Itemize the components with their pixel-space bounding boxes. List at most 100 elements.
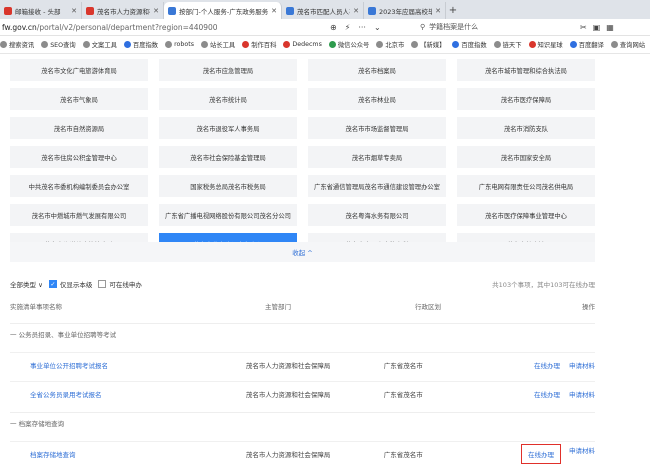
- department-button[interactable]: 茂名市烟草专卖局: [308, 146, 446, 168]
- materials-link[interactable]: 申请材料: [569, 389, 595, 399]
- department-button[interactable]: 茂名市自然资源局: [10, 117, 148, 139]
- extension-icon[interactable]: ▣: [593, 23, 601, 32]
- only-this-level-checkbox[interactable]: ✓: [48, 280, 57, 288]
- bookmark-7[interactable]: Dedecms: [283, 41, 322, 48]
- only-this-level-label: 仅显示本级: [59, 281, 93, 289]
- department-button[interactable]: 茂名市应急管理局: [159, 59, 297, 81]
- department-button[interactable]: 茂名市国家安全局: [457, 146, 595, 168]
- bookmark-icon: [82, 41, 90, 48]
- department-button[interactable]: 茂名市医疗保障局: [457, 88, 595, 110]
- result-count: 共103个事项，其中103可在线办理: [492, 281, 595, 289]
- bookmarks-bar: 搜索资讯 SEO查询 文案工具 百度指数 robots 站长工具 制作百科 De…: [0, 36, 650, 54]
- browser-tab-0[interactable]: 邮箱接收 - 头部 ✕: [0, 2, 82, 19]
- type-filter-dropdown[interactable]: 全部类型 ∨: [10, 279, 43, 289]
- more-icon[interactable]: ···: [358, 23, 366, 32]
- department-button[interactable]: 茂名市气象局: [10, 88, 148, 110]
- department-button[interactable]: 茂名市退役军人事务局: [159, 117, 297, 139]
- department-button[interactable]: 茂名市消防支队: [457, 117, 595, 139]
- department-button[interactable]: 茂名市城市管理和综合执法局: [457, 59, 595, 81]
- close-icon[interactable]: ✕: [71, 7, 77, 15]
- site-icon: [168, 6, 176, 15]
- new-tab-button[interactable]: +: [446, 2, 460, 19]
- department-button[interactable]: 茂名市医疗保障事业管理中心: [457, 204, 595, 226]
- bookmark-icon: [411, 41, 419, 48]
- department-button[interactable]: 茂名市文化广电旅游体育局: [10, 59, 148, 81]
- bookmark-8[interactable]: 微信公众号: [328, 40, 369, 49]
- department-button[interactable]: 茂名市林业局: [308, 88, 446, 110]
- department-button[interactable]: 茂名市中燃城市燃气发展有限公司: [10, 204, 148, 226]
- online-handle-link[interactable]: 在线办理: [534, 360, 560, 370]
- browser-tab-2[interactable]: 按部门-个人服务-广东政务服务 ✕: [164, 2, 282, 19]
- bookmark-14[interactable]: 百度翻译: [569, 40, 604, 49]
- row-actions: 在线办理 申请材料: [522, 389, 595, 399]
- department-button[interactable]: 茂名市统计局: [159, 88, 297, 110]
- browser-tab-1[interactable]: 茂名市人力资源和社会保障局✕: [82, 2, 164, 19]
- toolbar-icons: ✂ ▣ ▦: [580, 23, 614, 32]
- url-field[interactable]: fw.gov.cn/portal/v2/personal/department?…: [0, 23, 330, 32]
- item-link[interactable]: 档案存储地查询: [10, 449, 246, 459]
- bookmark-15[interactable]: 查询网站: [610, 40, 645, 49]
- bookmark-4[interactable]: robots: [165, 41, 194, 48]
- online-handle-link[interactable]: 在线办理: [521, 443, 562, 464]
- group-header[interactable]: 一 公务员招录、事业单位招聘等考试: [10, 323, 595, 343]
- online-only-label: 可在线申办: [109, 281, 142, 289]
- chevron-down-icon[interactable]: ⌄: [374, 23, 381, 32]
- bookmark-0[interactable]: 搜索资讯: [0, 40, 34, 49]
- close-icon[interactable]: ✕: [271, 7, 277, 15]
- row-actions: 在线办理 申请材料: [521, 443, 595, 464]
- department-button[interactable]: 茂名市市场监督管理局: [308, 117, 446, 139]
- online-only-checkbox[interactable]: [98, 280, 107, 288]
- browser-search-input[interactable]: ⚲ 学籍档案是什么: [420, 21, 570, 34]
- materials-link[interactable]: 申请材料: [569, 445, 595, 463]
- browser-tab-3[interactable]: 茂名市匹配人员人事档案业务✕: [282, 2, 364, 19]
- collapse-button[interactable]: 收起 ^: [10, 242, 595, 262]
- department-button[interactable]: 国家税务总局茂名市税务局: [159, 175, 297, 197]
- bookmark-3[interactable]: 百度指数: [123, 40, 158, 49]
- item-link[interactable]: 全省公务员录用考试报名: [10, 389, 246, 399]
- close-icon[interactable]: ✕: [353, 7, 359, 15]
- item-dept: 茂名市人力资源和社会保障局: [245, 390, 331, 399]
- grid-icon[interactable]: ▦: [606, 23, 614, 32]
- online-handle-link[interactable]: 在线办理: [534, 389, 560, 399]
- browser-tab-strip: 邮箱接收 - 头部✕ 茂名市人力资源和社会保障局✕ 按部门-个人服务-广东政务服…: [0, 0, 650, 19]
- department-button[interactable]: 中共茂名市委机构编制委员会办公室: [10, 175, 148, 197]
- department-button[interactable]: 茂名市住房公积金管理中心: [10, 146, 148, 168]
- department-button[interactable]: 广东省通信管理局茂名市通信建设管理办公室: [308, 175, 446, 197]
- close-icon[interactable]: ✕: [435, 7, 441, 15]
- bookmark-13[interactable]: 知识星球: [528, 40, 563, 49]
- department-button[interactable]: 广东省广播电视网络股份有限公司茂名分公司: [159, 204, 297, 226]
- mail-icon: [4, 6, 12, 15]
- department-button[interactable]: 茂名市档案局: [308, 59, 446, 81]
- department-button[interactable]: 茂名粤海水务有限公司: [308, 204, 446, 226]
- bookmark-1[interactable]: SEO查询: [41, 40, 76, 49]
- bookmark-6[interactable]: 制作百科: [242, 40, 276, 49]
- bookmark-icon: [41, 41, 49, 48]
- department-button[interactable]: 茂名市社会保险基金管理局: [159, 146, 297, 168]
- department-button[interactable]: 广东电网有限责任公司茂名供电局: [457, 175, 595, 197]
- bookmark-11[interactable]: 百度指数: [452, 40, 487, 49]
- scissors-icon[interactable]: ✂: [580, 23, 587, 32]
- bookmark-icon: [493, 41, 501, 48]
- item-region: 广东省茂名市: [383, 361, 423, 370]
- bookmark-2[interactable]: 文案工具: [82, 40, 117, 49]
- filter-bar: 全部类型 ∨ ✓ 仅显示本级 可在线申办 共103个事项，其中103可在线办理: [10, 278, 595, 290]
- bookmark-12[interactable]: 链天下: [493, 40, 522, 49]
- bookmark-5[interactable]: 站长工具: [201, 40, 235, 49]
- table-row: 全省公务员录用考试报名 茂名市人力资源和社会保障局 广东省茂名市 在线办理 申请…: [10, 381, 595, 405]
- site-icon: [286, 6, 294, 15]
- bookmark-icon: [376, 41, 384, 48]
- bookmark-icon: [165, 41, 173, 48]
- page-content: 茂名市文化广电旅游体育局 茂名市应急管理局 茂名市档案局 茂名市城市管理和综合执法局茂…: [0, 54, 650, 470]
- zoom-icon[interactable]: ⊕: [330, 23, 337, 32]
- lightning-icon[interactable]: ⚡: [345, 23, 351, 32]
- item-region: 广东省茂名市: [383, 450, 423, 459]
- bookmark-10[interactable]: 【新媒】: [411, 40, 445, 49]
- close-icon[interactable]: ✕: [153, 7, 159, 15]
- item-link[interactable]: 事业单位公开招聘考试报名: [10, 360, 246, 370]
- materials-link[interactable]: 申请材料: [569, 360, 595, 370]
- bookmark-icon: [610, 41, 618, 48]
- browser-tab-4[interactable]: 2023年应届高校毕业生档案转✕: [364, 2, 446, 19]
- bookmark-9[interactable]: 北京市: [376, 40, 404, 49]
- header-name: 实施清单事项名称: [10, 303, 62, 311]
- group-header[interactable]: 一 档案存储地查询: [10, 412, 595, 432]
